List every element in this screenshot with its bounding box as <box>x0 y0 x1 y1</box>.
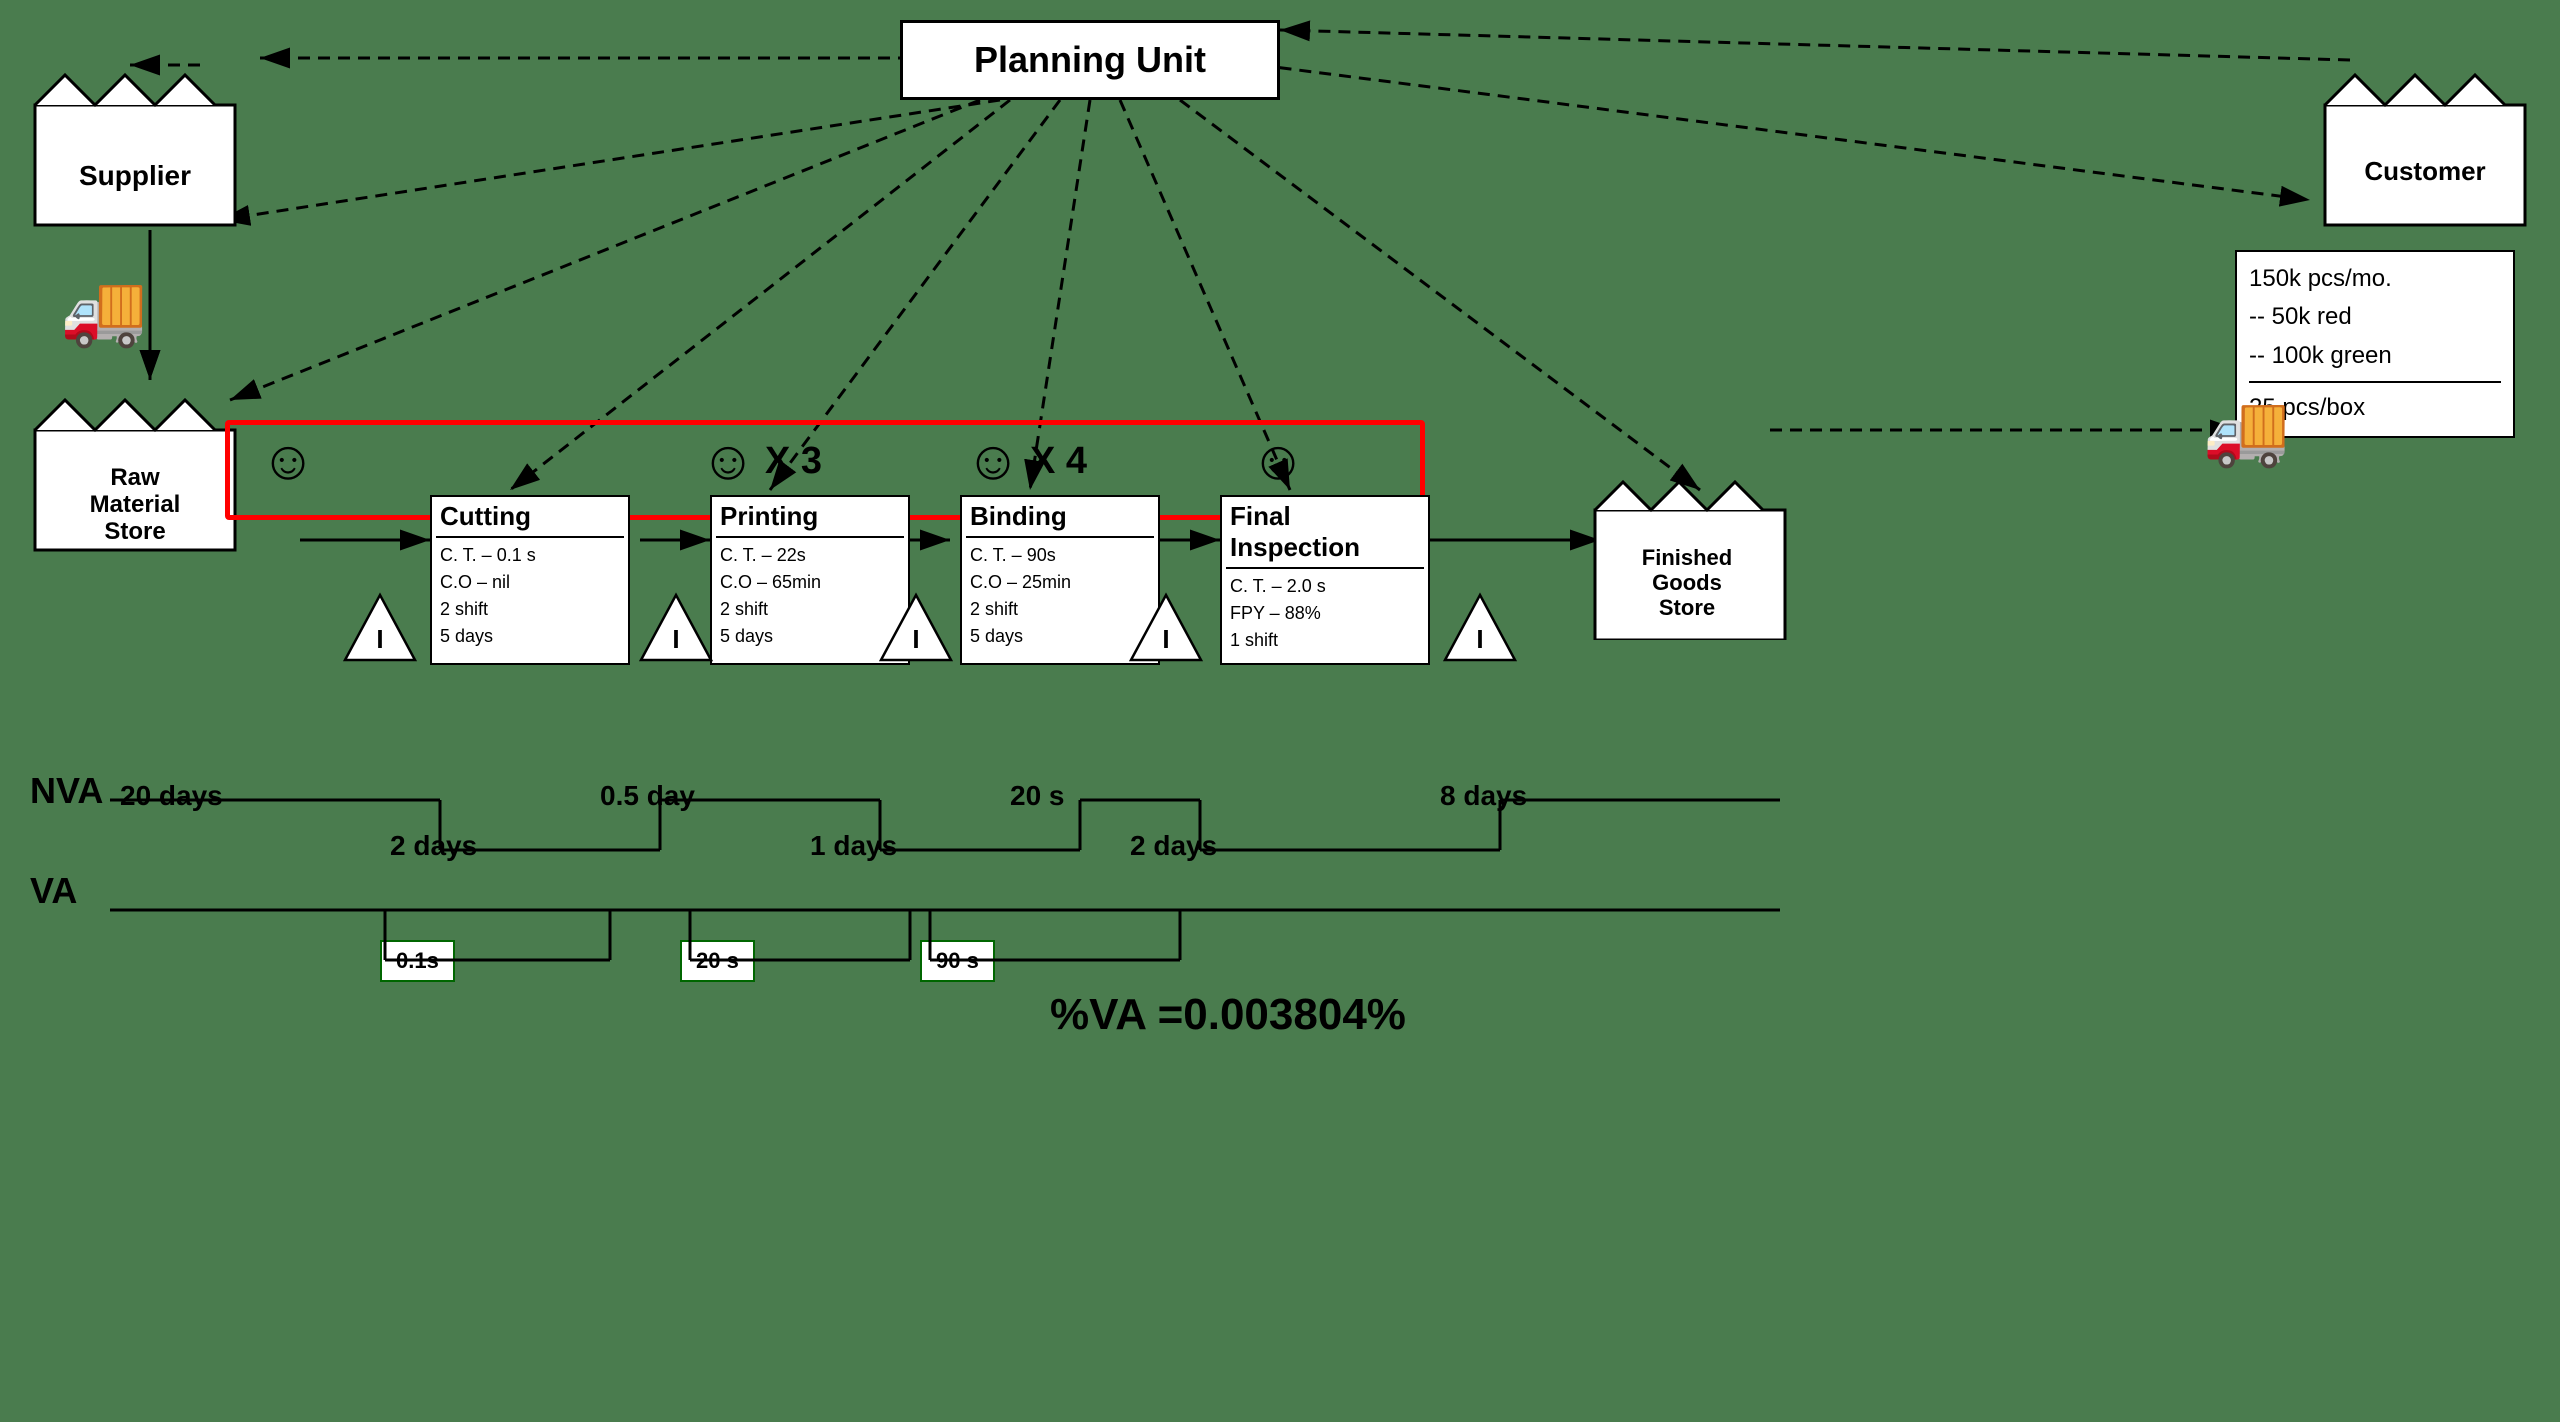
customer-info-line1: 150k pcs/mo. <box>2249 260 2501 298</box>
svg-text:I: I <box>1476 624 1483 654</box>
svg-text:Store: Store <box>104 518 165 545</box>
printing-multiplier: X 3 <box>765 440 822 483</box>
inventory-triangle-3: I <box>876 590 956 670</box>
supplier-truck-icon: 🚚 <box>60 270 147 352</box>
customer-truck-icon: 🚚 <box>2203 390 2290 472</box>
raw-material-store-icon: Raw Material Store <box>30 380 240 560</box>
supplier-factory-icon: Supplier <box>30 55 240 235</box>
final-inspection-process-box: FinalInspection C. T. – 2.0 sFPY – 88%1 … <box>1220 495 1430 665</box>
cutting-smiley: ☺ <box>260 428 316 492</box>
svg-text:Goods: Goods <box>1652 570 1722 595</box>
printing-title: Printing <box>712 497 908 536</box>
svg-text:I: I <box>672 624 679 654</box>
svg-text:Material: Material <box>90 491 181 518</box>
nva-time-3: 0.5 day <box>600 780 695 812</box>
nva-time-5: 20 s <box>1010 780 1065 812</box>
planning-unit-label: Planning Unit <box>974 39 1206 81</box>
customer-info-line2: -- 50k red <box>2249 298 2501 336</box>
binding-multiplier: X 4 <box>1030 440 1087 483</box>
nva-label: NVA <box>30 770 103 812</box>
final-inspection-smiley: ☺ <box>1250 428 1306 492</box>
svg-text:Customer: Customer <box>2364 156 2485 186</box>
inventory-triangle-1: I <box>340 590 420 670</box>
binding-smiley: ☺ <box>965 428 1021 492</box>
svg-text:Supplier: Supplier <box>79 160 191 191</box>
svg-text:I: I <box>376 624 383 654</box>
nva-time-6: 2 days <box>1130 830 1217 862</box>
final-inspection-title: FinalInspection <box>1222 497 1428 567</box>
svg-text:Raw: Raw <box>110 464 160 491</box>
nva-time-1: 20 days <box>120 780 223 812</box>
final-inspection-details: C. T. – 2.0 sFPY – 88%1 shift <box>1222 569 1428 658</box>
va-label: VA <box>30 870 77 912</box>
customer-factory-icon: Customer <box>2320 55 2530 235</box>
svg-text:Finished: Finished <box>1642 545 1732 570</box>
printing-smiley: ☺ <box>700 428 756 492</box>
pct-va-label: %VA =0.003804% <box>1050 990 1406 1040</box>
customer-info-line3: -- 100k green <box>2249 337 2501 375</box>
va-timeline <box>100 880 1800 1000</box>
nva-time-4: 1 days <box>810 830 897 862</box>
inventory-triangle-4: I <box>1126 590 1206 670</box>
nva-time-7: 8 days <box>1440 780 1527 812</box>
inventory-triangle-5: I <box>1440 590 1520 670</box>
nva-time-2: 2 days <box>390 830 477 862</box>
planning-unit-box: Planning Unit <box>900 20 1280 100</box>
inventory-triangle-2: I <box>636 590 716 670</box>
cutting-details: C. T. – 0.1 sC.O – nil2 shift5 days <box>432 538 628 654</box>
cutting-title: Cutting <box>432 497 628 536</box>
svg-text:I: I <box>1162 624 1169 654</box>
svg-text:Store: Store <box>1659 595 1715 620</box>
finished-goods-store-icon: Finished Goods Store <box>1590 460 1790 640</box>
cutting-process-box: Cutting C. T. – 0.1 sC.O – nil2 shift5 d… <box>430 495 630 665</box>
binding-title: Binding <box>962 497 1158 536</box>
svg-text:I: I <box>912 624 919 654</box>
